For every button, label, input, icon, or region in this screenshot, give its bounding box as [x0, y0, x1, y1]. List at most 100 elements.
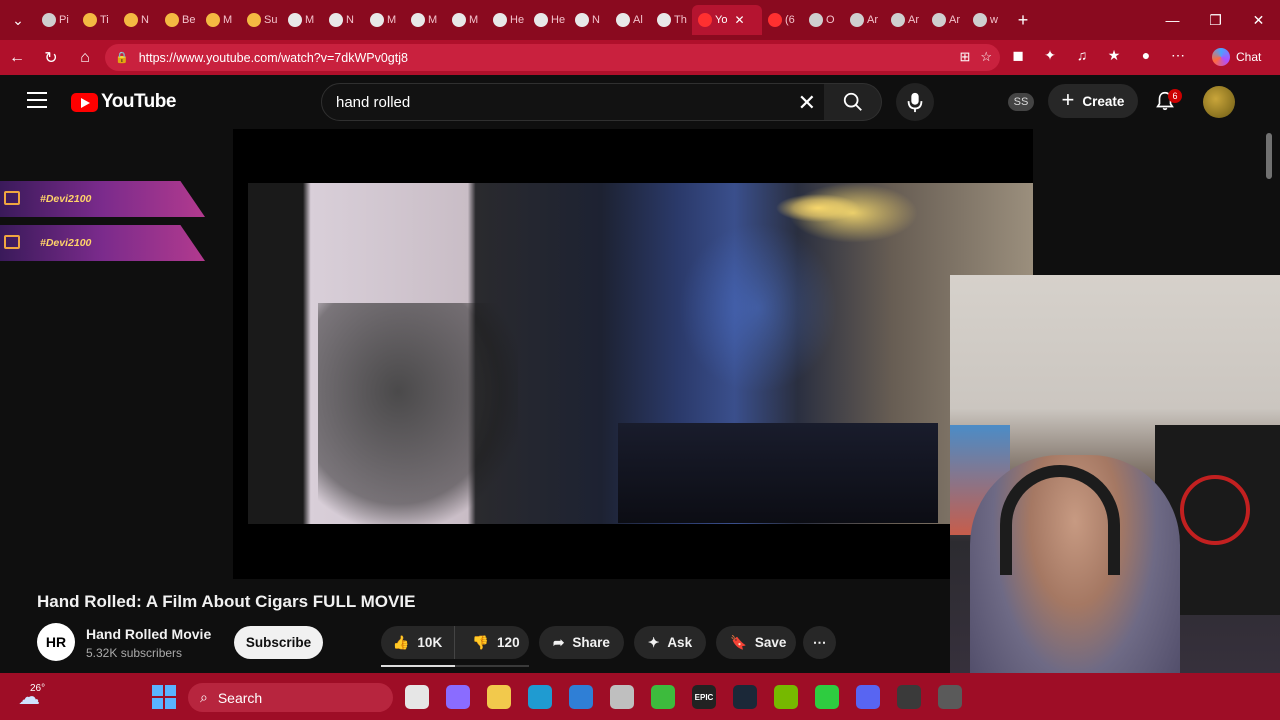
tab-label: O	[826, 14, 835, 26]
close-tab-icon[interactable]: ✕	[734, 13, 744, 27]
new-tab-button[interactable]: +	[1008, 5, 1038, 35]
sparkle-icon: ✦	[648, 634, 660, 650]
browser-tab[interactable]: M	[364, 5, 405, 35]
youtube-play-icon	[71, 92, 98, 112]
edge-icon[interactable]	[528, 685, 552, 709]
page-scrollbar[interactable]	[1266, 129, 1272, 669]
extensions-puzzle-icon[interactable]: ✦	[1040, 45, 1060, 65]
reload-icon[interactable]: ↻	[34, 40, 68, 75]
ss-extension-badge[interactable]: SS	[1008, 93, 1034, 111]
xbox-icon[interactable]	[651, 685, 675, 709]
weather-temperature: 26°	[30, 683, 46, 694]
video-title: Hand Rolled: A Film About Cigars FULL MO…	[37, 592, 416, 611]
epic-games-icon[interactable]: EPIC	[692, 685, 716, 709]
browser-tab[interactable]: Ar	[926, 5, 967, 35]
browser-tab[interactable]: Ar	[844, 5, 885, 35]
guide-menu-icon[interactable]	[27, 92, 47, 108]
browser-tab[interactable]: M	[282, 5, 323, 35]
profile-icon[interactable]: ●	[1136, 45, 1156, 65]
browser-tab[interactable]: N	[323, 5, 364, 35]
check-icon	[247, 13, 261, 27]
twitter-handle-overlay: #Devi2100	[0, 181, 205, 217]
file-explorer-icon[interactable]	[405, 685, 429, 709]
more-actions-icon[interactable]: ⋯	[803, 626, 836, 659]
restore-icon[interactable]: ❐	[1194, 0, 1237, 40]
tab-label: M	[223, 14, 233, 26]
browser-tab[interactable]: M	[405, 5, 446, 35]
search-input[interactable]: hand rolled	[336, 94, 410, 111]
steam-icon[interactable]	[733, 685, 757, 709]
browser-tab[interactable]: Be	[159, 5, 200, 35]
account-avatar[interactable]	[1203, 86, 1235, 118]
video-frame[interactable]	[248, 183, 1033, 524]
browser-tab[interactable]: Ar	[885, 5, 926, 35]
discord-icon[interactable]	[856, 685, 880, 709]
address-bar[interactable]: 🔒 https://www.youtube.com/watch?v=7dkWPv…	[105, 44, 1000, 71]
tab-label: w	[990, 14, 998, 26]
gamepass-icon[interactable]	[815, 685, 839, 709]
search-box[interactable]: hand rolled ✕	[321, 83, 825, 121]
browser-tab[interactable]: (6	[762, 5, 803, 35]
browser-tab[interactable]: Th	[651, 5, 692, 35]
url-text: https://www.youtube.com/watch?v=7dkWPv0g…	[138, 50, 408, 65]
media-control-icon[interactable]: ♫	[1072, 45, 1092, 65]
browser-tab[interactable]: N	[118, 5, 159, 35]
like-ratio-bar	[381, 665, 529, 667]
back-icon[interactable]: ←	[0, 40, 34, 75]
favorite-star-icon[interactable]: ☆	[980, 49, 992, 65]
browser-tab[interactable]: He	[528, 5, 569, 35]
search-icon: ⌕	[200, 689, 208, 705]
plus-icon: +	[1061, 87, 1075, 112]
tab-list: Pi Ti N Be M Su M N M M M He He N Al Th Yo ✕ (6 O Ar Ar Ar w	[36, 0, 1008, 40]
ask-label: Ask	[667, 635, 693, 650]
search-button[interactable]	[824, 83, 882, 121]
browser-tab[interactable]: Ti	[77, 5, 118, 35]
chrome-icon	[973, 13, 987, 27]
channel-name[interactable]: Hand Rolled Movie	[86, 626, 211, 642]
close-window-icon[interactable]: ✕	[1237, 0, 1280, 40]
save-button[interactable]: 🔖 Save	[716, 626, 796, 659]
youtube-logo[interactable]: YouTube	[71, 91, 176, 113]
speedometer-icon[interactable]	[938, 685, 962, 709]
settings-icon[interactable]	[610, 685, 634, 709]
home-icon[interactable]: ⌂	[68, 40, 102, 75]
folder-icon[interactable]	[487, 685, 511, 709]
tab-label: N	[592, 14, 600, 26]
browser-tab[interactable]: Yo ✕	[692, 5, 762, 35]
ask-button[interactable]: ✦ Ask	[634, 626, 706, 659]
outlook-icon[interactable]	[569, 685, 593, 709]
like-button[interactable]: 👍 10K	[381, 626, 455, 659]
extension-icon[interactable]: ◼	[1008, 45, 1028, 65]
subscribe-button[interactable]: Subscribe	[234, 626, 323, 659]
browser-tab[interactable]: Pi	[36, 5, 77, 35]
browser-tab[interactable]: w	[967, 5, 1008, 35]
browser-tab[interactable]: M	[200, 5, 241, 35]
dislike-button[interactable]: 👎 120	[463, 626, 529, 659]
browser-tab[interactable]: He	[487, 5, 528, 35]
openai-icon	[411, 13, 425, 27]
browser-tab[interactable]: M	[446, 5, 487, 35]
game-icon	[42, 13, 56, 27]
minimize-icon[interactable]: —	[1151, 0, 1194, 40]
more-tools-icon[interactable]: ⋯	[1168, 45, 1188, 65]
windows-start-icon[interactable]	[152, 685, 176, 709]
browser-tab[interactable]: O	[803, 5, 844, 35]
copilot-icon[interactable]	[446, 685, 470, 709]
favorites-icon[interactable]: ★	[1104, 45, 1124, 65]
browser-tab[interactable]: Su	[241, 5, 282, 35]
browser-tab[interactable]: N	[569, 5, 610, 35]
nvidia-icon[interactable]	[774, 685, 798, 709]
create-button[interactable]: + Create	[1048, 84, 1138, 118]
like-dislike-group: 👍 10K 👎 120	[381, 626, 529, 659]
browser-tab[interactable]: Al	[610, 5, 651, 35]
channel-avatar[interactable]: HR	[37, 623, 75, 661]
share-button[interactable]: ➦ Share	[539, 626, 624, 659]
obs-icon[interactable]	[897, 685, 921, 709]
taskbar-search[interactable]: ⌕ Search	[188, 683, 393, 712]
app-available-icon[interactable]: ⊞	[959, 49, 970, 65]
tab-actions-menu-icon[interactable]: ⌄	[0, 0, 36, 40]
clear-search-icon[interactable]: ✕	[798, 90, 816, 116]
openai-icon	[534, 13, 548, 27]
copilot-chat-button[interactable]: Chat	[1212, 46, 1261, 68]
voice-search-button[interactable]	[896, 83, 934, 121]
